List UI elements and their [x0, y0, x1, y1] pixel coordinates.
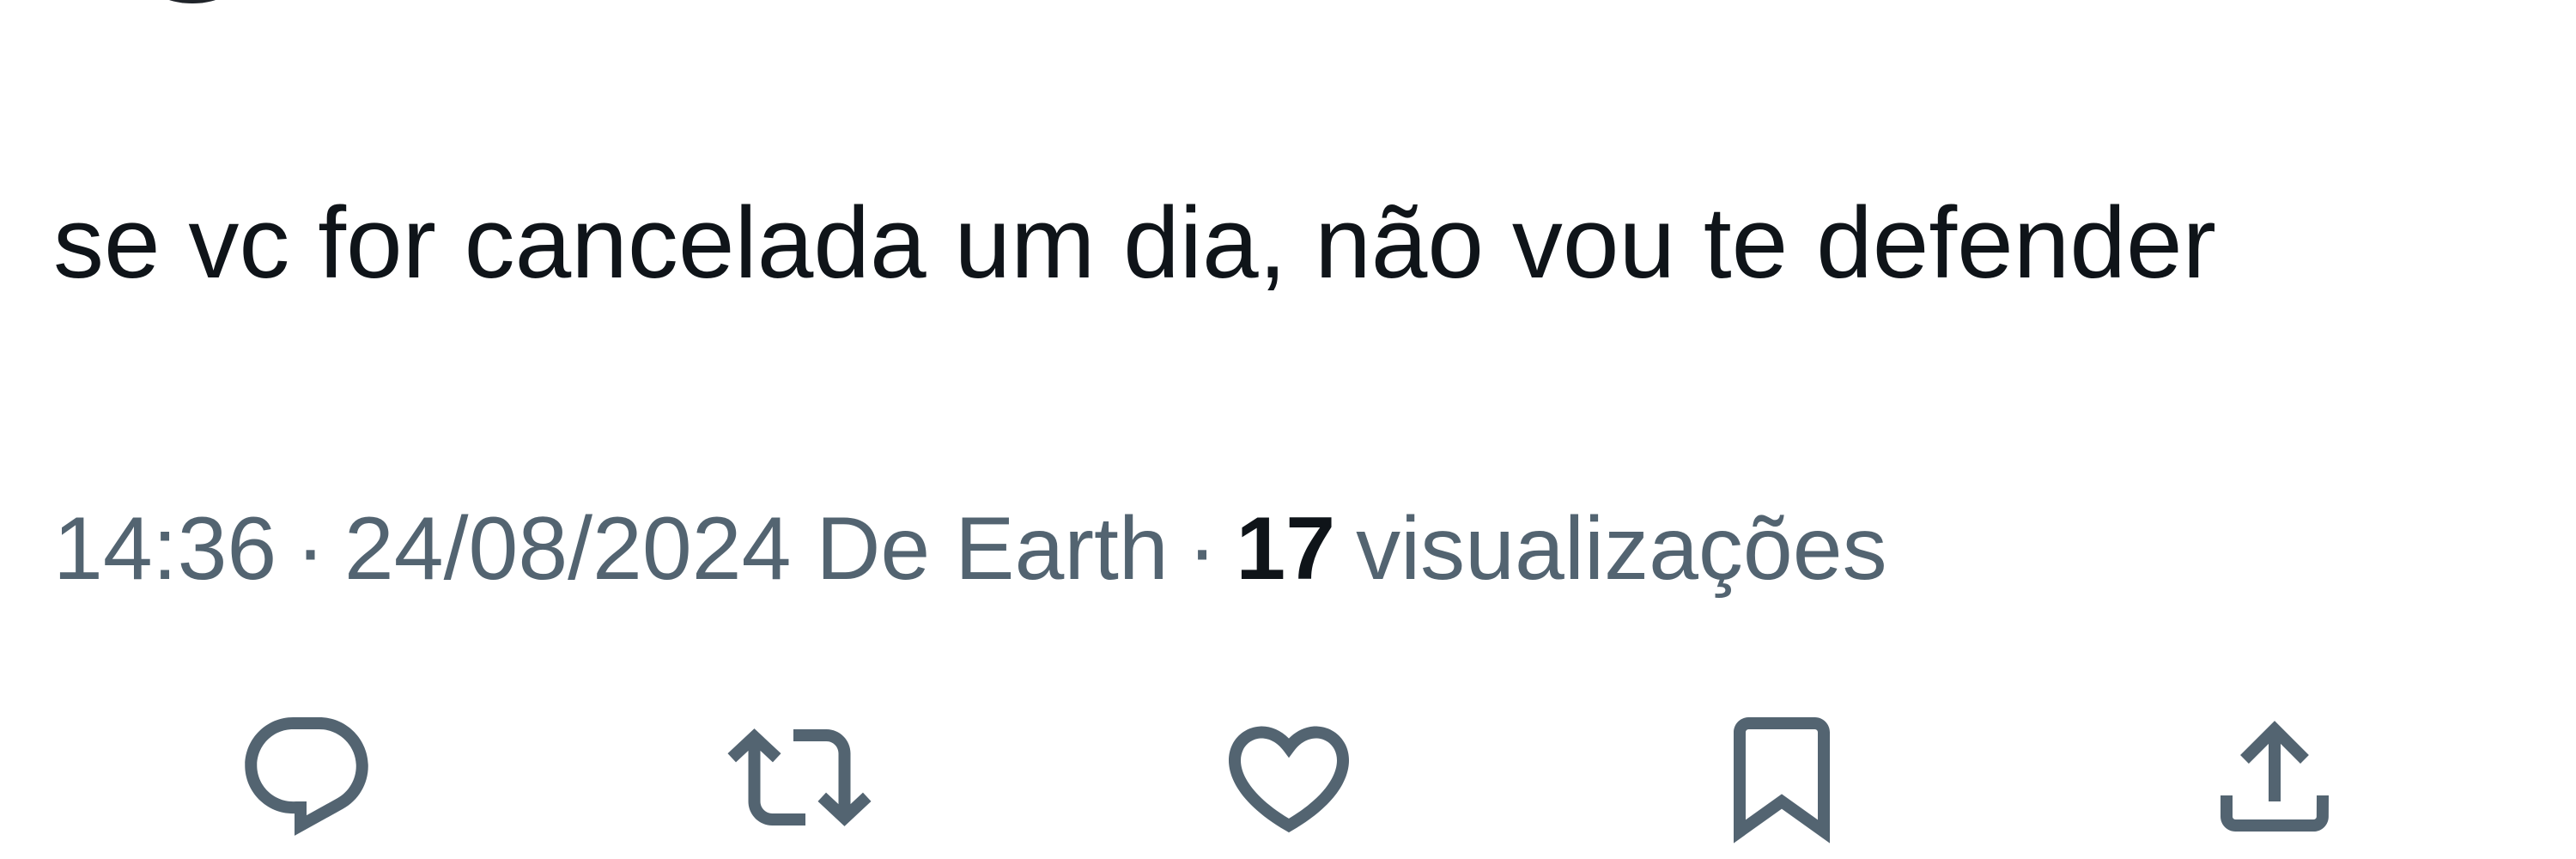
tweet-metadata: 14:36 · 24/08/2024 De Earth · 17 visualizaçõe…: [53, 493, 2526, 605]
bookmark-button[interactable]: [1700, 696, 1863, 859]
like-button[interactable]: [1207, 696, 1370, 859]
retweet-button[interactable]: [718, 696, 881, 859]
meta-separator: ·: [1187, 499, 1218, 599]
views-count[interactable]: 17: [1236, 493, 1335, 605]
bookmark-icon: [1734, 717, 1830, 844]
tweet-date[interactable]: 24/08/2024: [344, 493, 792, 605]
tweet-time[interactable]: 14:36: [53, 493, 276, 605]
tweet-text: se vc for cancelada um dia, não vou te d…: [53, 186, 2216, 300]
reply-button[interactable]: [225, 696, 388, 859]
share-button[interactable]: [2193, 696, 2356, 859]
retweet-icon: [727, 728, 872, 826]
views-label[interactable]: visualizações: [1335, 493, 1887, 605]
avatar[interactable]: [153, 0, 232, 3]
tweet-actions-bar: [0, 696, 2576, 859]
tweet-source: De Earth: [816, 499, 1169, 599]
heart-icon: [1228, 726, 1350, 833]
share-icon: [2221, 721, 2329, 832]
meta-separator: ·: [295, 499, 325, 599]
reply-icon: [245, 717, 368, 836]
